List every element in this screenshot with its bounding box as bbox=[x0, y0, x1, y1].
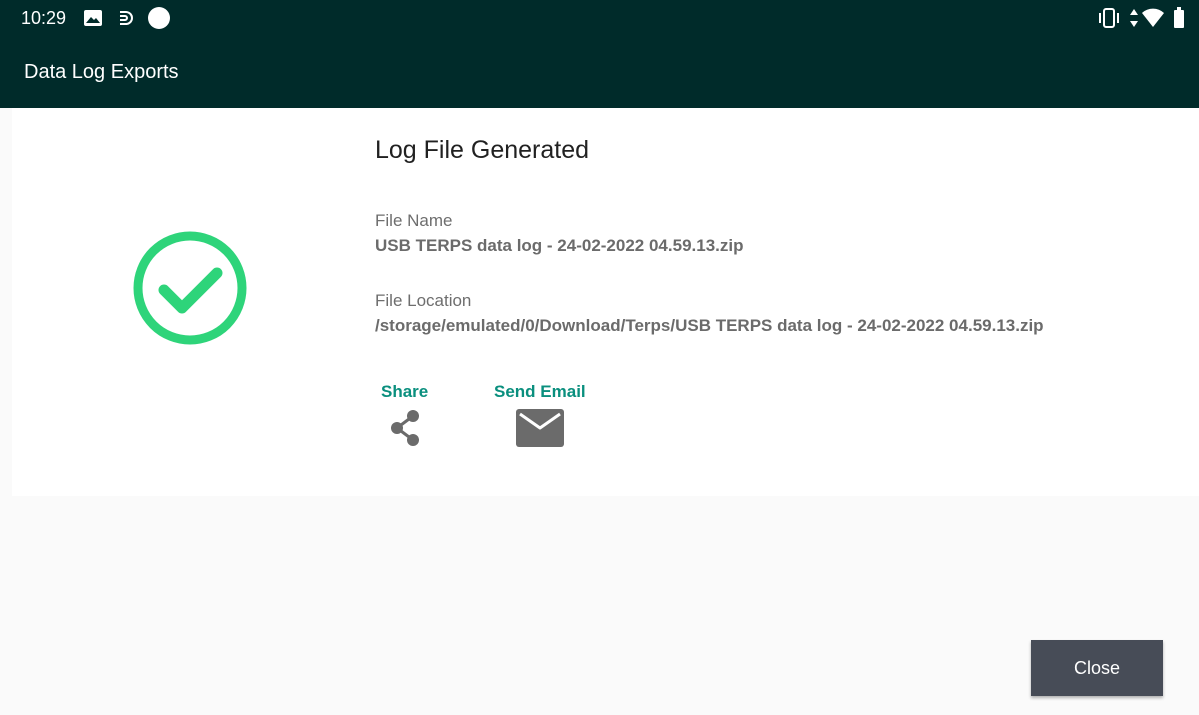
mail-icon bbox=[515, 408, 565, 453]
circle-icon bbox=[147, 6, 171, 30]
share-button[interactable]: Share bbox=[381, 382, 428, 453]
check-circle-icon bbox=[132, 229, 250, 347]
file-name-value: USB TERPS data log - 24-02-2022 04.59.13… bbox=[375, 236, 744, 255]
status-time: 10:29 bbox=[21, 8, 67, 28]
image-icon bbox=[83, 9, 103, 27]
share-icon bbox=[387, 408, 423, 453]
result-title: Log File Generated bbox=[375, 136, 590, 164]
vibrate-icon bbox=[1097, 8, 1121, 28]
file-location-label: File Location bbox=[375, 291, 472, 310]
send-email-label: Send Email bbox=[494, 382, 586, 401]
wifi-icon bbox=[1141, 8, 1165, 28]
app-header: 10:29 Data Log Exports bbox=[0, 0, 1199, 108]
status-bar: 10:29 bbox=[0, 0, 1199, 36]
file-name-label: File Name bbox=[375, 211, 453, 230]
file-location-value: /storage/emulated/0/Download/Terps/USB T… bbox=[375, 316, 1044, 335]
share-label: Share bbox=[381, 382, 429, 401]
cast-icon bbox=[117, 9, 135, 27]
data-arrows-icon bbox=[1129, 8, 1139, 28]
result-card: Log File Generated File Name USB TERPS d… bbox=[12, 108, 1199, 496]
send-email-button[interactable]: Send Email bbox=[494, 382, 586, 453]
app-title: Data Log Exports bbox=[24, 61, 179, 83]
close-button[interactable]: Close bbox=[1031, 640, 1163, 696]
battery-icon bbox=[1173, 7, 1185, 29]
